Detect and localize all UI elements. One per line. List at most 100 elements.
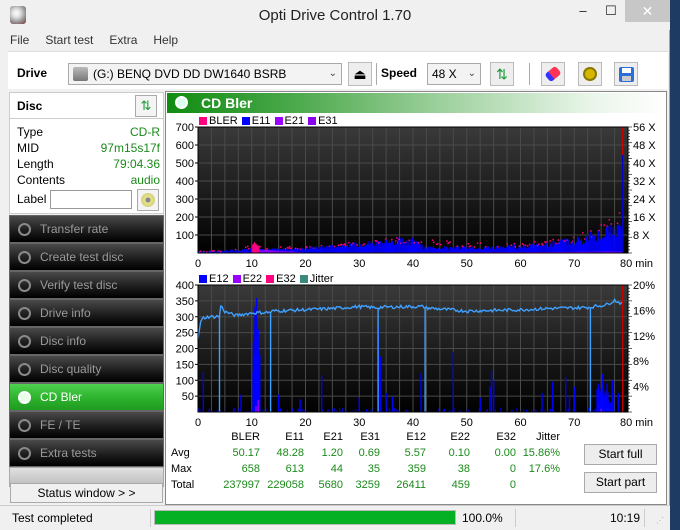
disc-key: Length xyxy=(17,157,54,171)
bler-point xyxy=(247,245,249,248)
nav-label: FE / TE xyxy=(40,418,81,432)
y2-tick-label: 16 X xyxy=(633,212,656,224)
x-tick-label: 60 xyxy=(514,258,526,270)
speed-label: Speed xyxy=(381,66,418,80)
y-tick-label: 350 xyxy=(176,296,194,308)
save-button[interactable] xyxy=(614,62,638,86)
x-tick-label: 30 xyxy=(353,258,365,270)
settings-button[interactable] xyxy=(578,62,602,86)
menu-extra[interactable]: Extra xyxy=(107,31,139,51)
x-tick-label: 60 xyxy=(514,417,526,428)
stats-column-header: E31 xyxy=(360,431,380,443)
bler-point xyxy=(398,238,400,241)
toolbar-separator xyxy=(529,63,530,85)
y2-tick-label: 4% xyxy=(633,382,649,394)
menu-file[interactable]: File xyxy=(8,31,31,51)
bler-point xyxy=(608,219,611,221)
progress-text: 100.0% xyxy=(462,511,503,525)
bler-point xyxy=(545,241,547,243)
nav-extra-tests[interactable]: Extra tests xyxy=(9,439,164,467)
bler-point xyxy=(408,239,410,242)
nav-transfer-rate[interactable]: Transfer rate xyxy=(9,215,164,243)
refresh-speed-button[interactable]: ⇅ xyxy=(490,62,514,86)
disc-info-panel: Disc ⇅ Type CD-R MID 97m15s17f Length 79… xyxy=(9,92,164,214)
stats-value: 0 xyxy=(509,479,516,491)
x-tick-label: 40 xyxy=(407,258,419,270)
y2-tick-label: 40 X xyxy=(633,158,656,170)
nav-disc-info[interactable]: Disc info xyxy=(9,327,164,355)
bler-point xyxy=(590,230,592,232)
bler-point xyxy=(497,246,499,248)
stats-row-label: Max xyxy=(171,463,192,475)
maximize-button[interactable]: ☐ xyxy=(596,0,626,22)
resize-grip[interactable]: ⋰ xyxy=(656,516,664,525)
disc-refresh-button[interactable]: ⇅ xyxy=(135,95,157,117)
disc-value: 79:04.36 xyxy=(113,157,160,171)
stats-value: 35 xyxy=(367,463,380,475)
bler-point xyxy=(485,245,487,248)
status-bar: Test completed 100.0% 10:19 ⋰ xyxy=(0,505,670,530)
disc-icon xyxy=(18,251,31,264)
y-tick-label: 250 xyxy=(176,328,194,340)
speed-select[interactable]: 48 X ⌄ xyxy=(427,63,481,85)
stats-value: 3259 xyxy=(355,479,380,491)
eject-button[interactable]: ⏏ xyxy=(348,62,372,86)
disc-label-input[interactable] xyxy=(50,190,132,209)
y-tick-label: 400 xyxy=(176,176,194,188)
erase-button[interactable] xyxy=(541,62,565,86)
disc-icon xyxy=(18,363,31,376)
test-nav: Transfer rate Create test disc Verify te… xyxy=(9,215,164,487)
x-tick-label: 40 xyxy=(407,417,419,428)
nav-fe-te[interactable]: FE / TE xyxy=(9,411,164,439)
bler-point xyxy=(526,245,529,247)
close-button[interactable]: ✕ xyxy=(625,0,670,22)
bler-point xyxy=(510,244,513,247)
nav-disc-quality[interactable]: Disc quality xyxy=(9,355,164,383)
menu-help[interactable]: Help xyxy=(151,31,180,51)
y-tick-label: 300 xyxy=(176,194,194,206)
elapsed-time: 10:19 xyxy=(610,511,641,525)
bler-point xyxy=(449,241,451,243)
bler-point xyxy=(341,243,343,246)
bler-point xyxy=(306,246,308,249)
nav-label: Disc quality xyxy=(40,362,102,376)
start-part-button[interactable]: Start part xyxy=(584,472,657,493)
start-full-button[interactable]: Start full xyxy=(584,444,657,465)
bler-point xyxy=(287,247,290,249)
nav-create-test-disc[interactable]: Create test disc xyxy=(9,243,164,271)
disc-key: Contents xyxy=(17,173,66,187)
bler-point xyxy=(288,245,291,248)
y-tick-label: 700 xyxy=(176,122,194,134)
disc-icon xyxy=(18,307,31,320)
speed-select-value: 48 X xyxy=(432,67,457,81)
bler-point xyxy=(375,240,378,242)
y-tick-label: 100 xyxy=(176,230,194,242)
disc-row-length: Length 79:04.36 xyxy=(17,157,160,173)
bler-point xyxy=(391,238,393,241)
stats-value: 237997 xyxy=(223,479,260,491)
nav-cd-bler[interactable]: CD Bler xyxy=(9,383,164,411)
y2-tick-label: 12% xyxy=(633,331,655,343)
minimize-button[interactable]: – xyxy=(568,0,598,22)
left-panel: Disc ⇅ Type CD-R MID 97m15s17f Length 79… xyxy=(9,92,164,503)
y-tick-label: 200 xyxy=(176,212,194,224)
nav-verify-test-disc[interactable]: Verify test disc xyxy=(9,271,164,299)
disc-label-button[interactable] xyxy=(137,189,159,211)
drive-label: Drive xyxy=(17,66,48,80)
app-window: Opti Drive Control 1.70 – ☐ ✕ File Start… xyxy=(0,0,670,530)
bler-point xyxy=(513,242,516,245)
bler-point xyxy=(259,245,261,248)
y-tick-label: 400 xyxy=(176,280,194,292)
bler-point xyxy=(363,243,365,245)
drive-select[interactable]: (G:) BENQ DVD DD DW1640 BSRB ⌄ xyxy=(68,63,342,85)
stats-value: 38 xyxy=(457,463,470,475)
toolbar-separator xyxy=(376,63,377,85)
nav-drive-info[interactable]: Drive info xyxy=(9,299,164,327)
menu-start-test[interactable]: Start test xyxy=(43,31,95,51)
status-window-button[interactable]: Status window > > xyxy=(10,483,163,503)
bler-point xyxy=(344,243,346,245)
stats-value: 658 xyxy=(241,463,260,475)
stats-column-header: E22 xyxy=(450,431,470,443)
bler-point xyxy=(598,229,600,232)
bler-point xyxy=(479,242,482,244)
